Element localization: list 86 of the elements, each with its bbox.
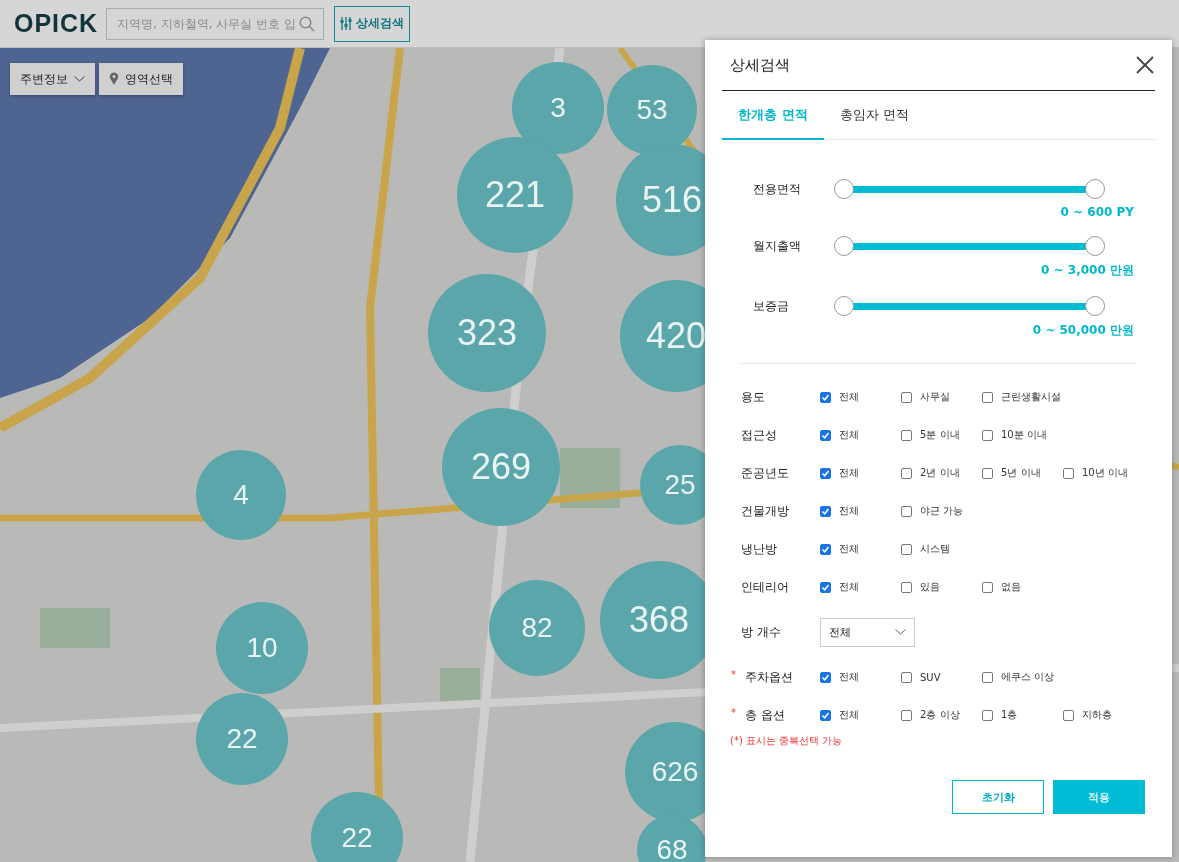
checkbox[interactable] <box>820 467 831 479</box>
range-slider[interactable] <box>834 296 1105 316</box>
checkbox[interactable] <box>901 429 912 441</box>
close-icon[interactable] <box>1135 55 1155 75</box>
filter-label: 접근성 <box>741 426 777 444</box>
checkbox[interactable] <box>982 391 993 403</box>
option-label: 전체 <box>839 428 859 442</box>
area-select-button[interactable]: 영역선택 <box>99 63 183 95</box>
option-label: 1층 <box>1001 708 1018 722</box>
option-label: 2층 이상 <box>920 708 960 722</box>
range-reading: 0 ~ 600 PY <box>1060 205 1134 219</box>
checkbox[interactable] <box>901 671 912 683</box>
checkbox[interactable] <box>901 709 912 721</box>
option-label: 10분 이내 <box>1001 428 1047 442</box>
option-label: 시스템 <box>920 542 950 556</box>
checkbox[interactable] <box>820 709 831 721</box>
option-label: SUV <box>920 671 941 683</box>
filter-label: 준공년도 <box>741 464 789 482</box>
checkbox[interactable] <box>982 709 993 721</box>
option-label: 전체 <box>839 580 859 594</box>
slider-label: 전용면적 <box>752 180 802 198</box>
option-label: 전체 <box>839 390 859 404</box>
checkbox[interactable] <box>901 581 912 593</box>
chevron-down-icon <box>74 76 85 82</box>
apply-button[interactable]: 적용 <box>1053 780 1145 814</box>
map-pin-icon <box>109 72 119 86</box>
checkbox[interactable] <box>1063 709 1074 721</box>
tab[interactable]: 총임자 면적 <box>823 91 925 140</box>
search-field[interactable]: 지역명, 지하철역, 사무실 번호 입 <box>115 15 299 32</box>
checkbox[interactable] <box>982 671 993 683</box>
sliders-icon <box>340 16 352 31</box>
option-label: 전체 <box>839 504 859 518</box>
filter-label: 주차옵션 <box>745 668 793 686</box>
logo[interactable]: OPICK <box>14 9 96 38</box>
reset-button[interactable]: 초기화 <box>952 780 1044 814</box>
option-label: 전체 <box>839 466 859 480</box>
option-label: 없음 <box>1001 580 1021 594</box>
range-reading: 0 ~ 50,000 만원 <box>1032 323 1134 337</box>
note-text: (*) 표시는 중복선택 가능 <box>729 734 844 748</box>
option-label: 지하층 <box>1082 708 1112 722</box>
checkbox[interactable] <box>820 505 831 517</box>
filter-label: 인테리어 <box>741 578 789 596</box>
checkbox[interactable] <box>982 467 993 479</box>
checkbox[interactable] <box>820 581 831 593</box>
checkbox[interactable] <box>901 467 912 479</box>
checkbox[interactable] <box>820 543 831 555</box>
checkbox[interactable] <box>901 543 912 555</box>
option-label: 5년 이내 <box>1001 466 1041 480</box>
chevron-down-icon <box>895 629 906 635</box>
checkbox[interactable] <box>901 391 912 403</box>
option-label: 전체 <box>839 542 859 556</box>
range-slider[interactable] <box>834 179 1105 199</box>
checkbox[interactable] <box>820 391 831 403</box>
option-label: 에쿠스 이상 <box>1001 670 1055 684</box>
option-label: 10년 이내 <box>1082 466 1128 480</box>
room-count-select[interactable]: 전체 <box>820 617 915 647</box>
filter-label: 방 개수 <box>741 623 781 641</box>
checkbox[interactable] <box>982 581 993 593</box>
checkbox[interactable] <box>982 429 993 441</box>
option-label: 5분 이내 <box>920 428 960 442</box>
filter-label: 층 옵션 <box>745 706 785 724</box>
option-label: 근린생활시설 <box>1001 390 1061 404</box>
filter-label: 냉난방 <box>741 540 777 558</box>
slider-label: 월지출액 <box>752 237 802 255</box>
search-bar[interactable]: 지역명, 지하철역, 사무실 번호 입 <box>106 7 324 40</box>
checkbox[interactable] <box>1063 467 1074 479</box>
option-label: 사무실 <box>920 390 950 404</box>
nearby-dropdown[interactable]: 주변정보 <box>10 63 95 95</box>
checkbox[interactable] <box>820 671 831 683</box>
option-label: 있음 <box>920 580 940 594</box>
detail-search-dialog: 상세검색 한개층 면적 총임자 면적 전용면적 0 ~ 600 PY 월지출액 0 ~ 3,000 만원 보증금 0 ~ 50,000 만원 용도 전체 사무실 근린생활시설 접근성 전체 5분 이내 10분 이내 준공년도 전체 2년 이내 5년 이내 10년 이내 건물개방 전체 야근 가능 냉난방 전체 시스템 인테리어 전체 있음 없음 방 개수 전체 * 주차옵션 전체 SUV 에쿠스 이상 * 층 옵션 전체 2층 이상 1층 지하층 (*) 표시는 중복선택 가능 초기화 적용 <box>705 40 1172 857</box>
option-label: 야근 가능 <box>920 504 964 518</box>
range-slider[interactable] <box>834 236 1105 256</box>
search-icon[interactable] <box>299 15 315 32</box>
option-label: 전체 <box>839 670 859 684</box>
checkbox[interactable] <box>820 429 831 441</box>
dialog-title: 상세검색 <box>730 55 790 75</box>
filter-label: 건물개방 <box>741 502 789 520</box>
slider-label: 보증금 <box>752 297 790 315</box>
tab[interactable]: 한개층 면적 <box>722 91 824 140</box>
filter-label: 용도 <box>741 388 765 406</box>
detail-search-button[interactable]: 상세검색 <box>334 5 410 42</box>
option-label: 2년 이내 <box>920 466 960 480</box>
option-label: 전체 <box>839 708 859 722</box>
range-reading: 0 ~ 3,000 만원 <box>1041 263 1134 277</box>
checkbox[interactable] <box>901 505 912 517</box>
